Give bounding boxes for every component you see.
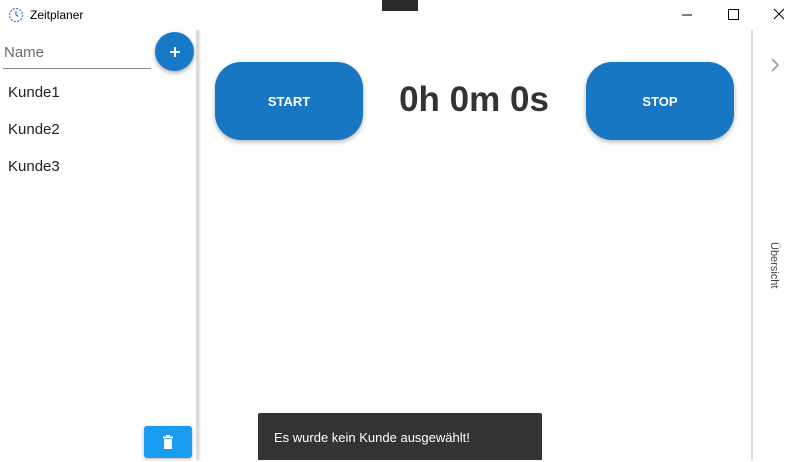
chevron-right-icon [771,58,780,72]
sidebar-divider[interactable] [196,30,199,460]
add-customer-button[interactable] [155,32,194,71]
elapsed-time-display: 0h 0m 0s [399,80,549,119]
close-icon [773,8,785,20]
top-handle [382,0,418,11]
window-title: Zeitplaner [30,8,84,22]
start-button[interactable]: START [215,62,363,140]
clock-app-icon [8,7,24,23]
maximize-icon [728,9,739,20]
overview-tab[interactable]: Übersicht [768,242,780,288]
customer-list-item[interactable]: Kunde3 [0,148,196,185]
plus-icon [169,46,180,57]
customer-list: Kunde1 Kunde2 Kunde3 [0,74,196,185]
customer-list-item[interactable]: Kunde2 [0,111,196,148]
maximize-button[interactable] [710,0,756,30]
minimize-icon [682,14,692,16]
delete-customer-button[interactable] [144,426,192,458]
stop-button[interactable]: STOP [586,62,734,140]
right-panel-divider [751,30,753,460]
name-input[interactable] [3,36,151,69]
expand-panel-button[interactable] [768,56,782,74]
title-bar: Zeitplaner [0,0,800,30]
close-button[interactable] [756,0,800,30]
snackbar-message: Es wurde kein Kunde ausgewählt! [258,413,542,460]
trash-icon [163,435,173,449]
minimize-button[interactable] [664,0,710,30]
customer-list-item[interactable]: Kunde1 [0,74,196,111]
